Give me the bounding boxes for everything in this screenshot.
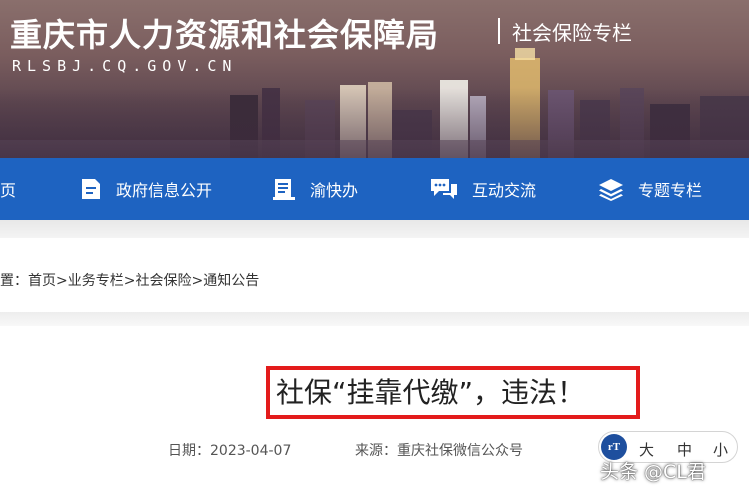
nav-item-label: 政府信息公开 <box>116 181 213 200</box>
header-banner: 重庆市人力资源和社会保障局 RLSBJ.CQ.GOV.CN 社会保险专栏 <box>0 0 749 158</box>
title-divider <box>498 18 500 44</box>
breadcrumb-separator: > <box>191 273 204 289</box>
article-title: 社保“挂靠代缴”，违法！ <box>276 376 586 409</box>
nav-shadow-strip <box>0 220 749 238</box>
layers-icon <box>599 179 623 201</box>
breadcrumb: 置：首页>业务专栏>社会保险>通知公告 <box>0 270 259 290</box>
breadcrumb-social-insurance[interactable]: 社会保险 <box>135 273 191 289</box>
nav-item-gov-info[interactable]: 政府信息公开 <box>80 158 212 220</box>
document-icon <box>82 179 100 199</box>
breadcrumb-business[interactable]: 业务专栏 <box>68 273 124 289</box>
banner-glow <box>0 88 749 158</box>
article-date: 日期：2023-04-07 <box>168 443 292 459</box>
breadcrumb-notices[interactable]: 通知公告 <box>203 273 259 289</box>
nav-item-label: 互动交流 <box>472 181 537 200</box>
breadcrumb-separator: > <box>123 273 136 289</box>
main-nav: 页 政府信息公开 渝快办 互动交流 专题专栏 <box>0 158 749 220</box>
chat-icon <box>431 179 457 199</box>
watermark: 头条 @CL君 <box>600 461 706 483</box>
site-domain: RLSBJ.CQ.GOV.CN <box>12 57 238 75</box>
breadcrumb-home[interactable]: 首页 <box>28 273 56 289</box>
site-title[interactable]: 重庆市人力资源和社会保障局 <box>10 10 439 56</box>
nav-item-interaction[interactable]: 互动交流 <box>430 158 536 220</box>
nav-item-label: 页 <box>0 181 17 200</box>
font-size-small-button[interactable]: 小 <box>713 439 728 460</box>
nav-item-topics[interactable]: 专题专栏 <box>598 158 702 220</box>
article-source: 来源：重庆社保微信公众号 <box>355 443 523 459</box>
breadcrumb-separator: > <box>56 273 68 289</box>
service-icon <box>273 179 295 200</box>
nav-item-home[interactable]: 页 <box>0 158 16 220</box>
section-name: 社会保险专栏 <box>512 21 632 45</box>
nav-item-label: 专题专栏 <box>638 181 703 200</box>
content-divider <box>0 312 749 326</box>
nav-item-label: 渝快办 <box>310 181 359 200</box>
nav-item-yukuaiban[interactable]: 渝快办 <box>272 158 358 220</box>
breadcrumb-prefix: 置： <box>0 273 28 289</box>
